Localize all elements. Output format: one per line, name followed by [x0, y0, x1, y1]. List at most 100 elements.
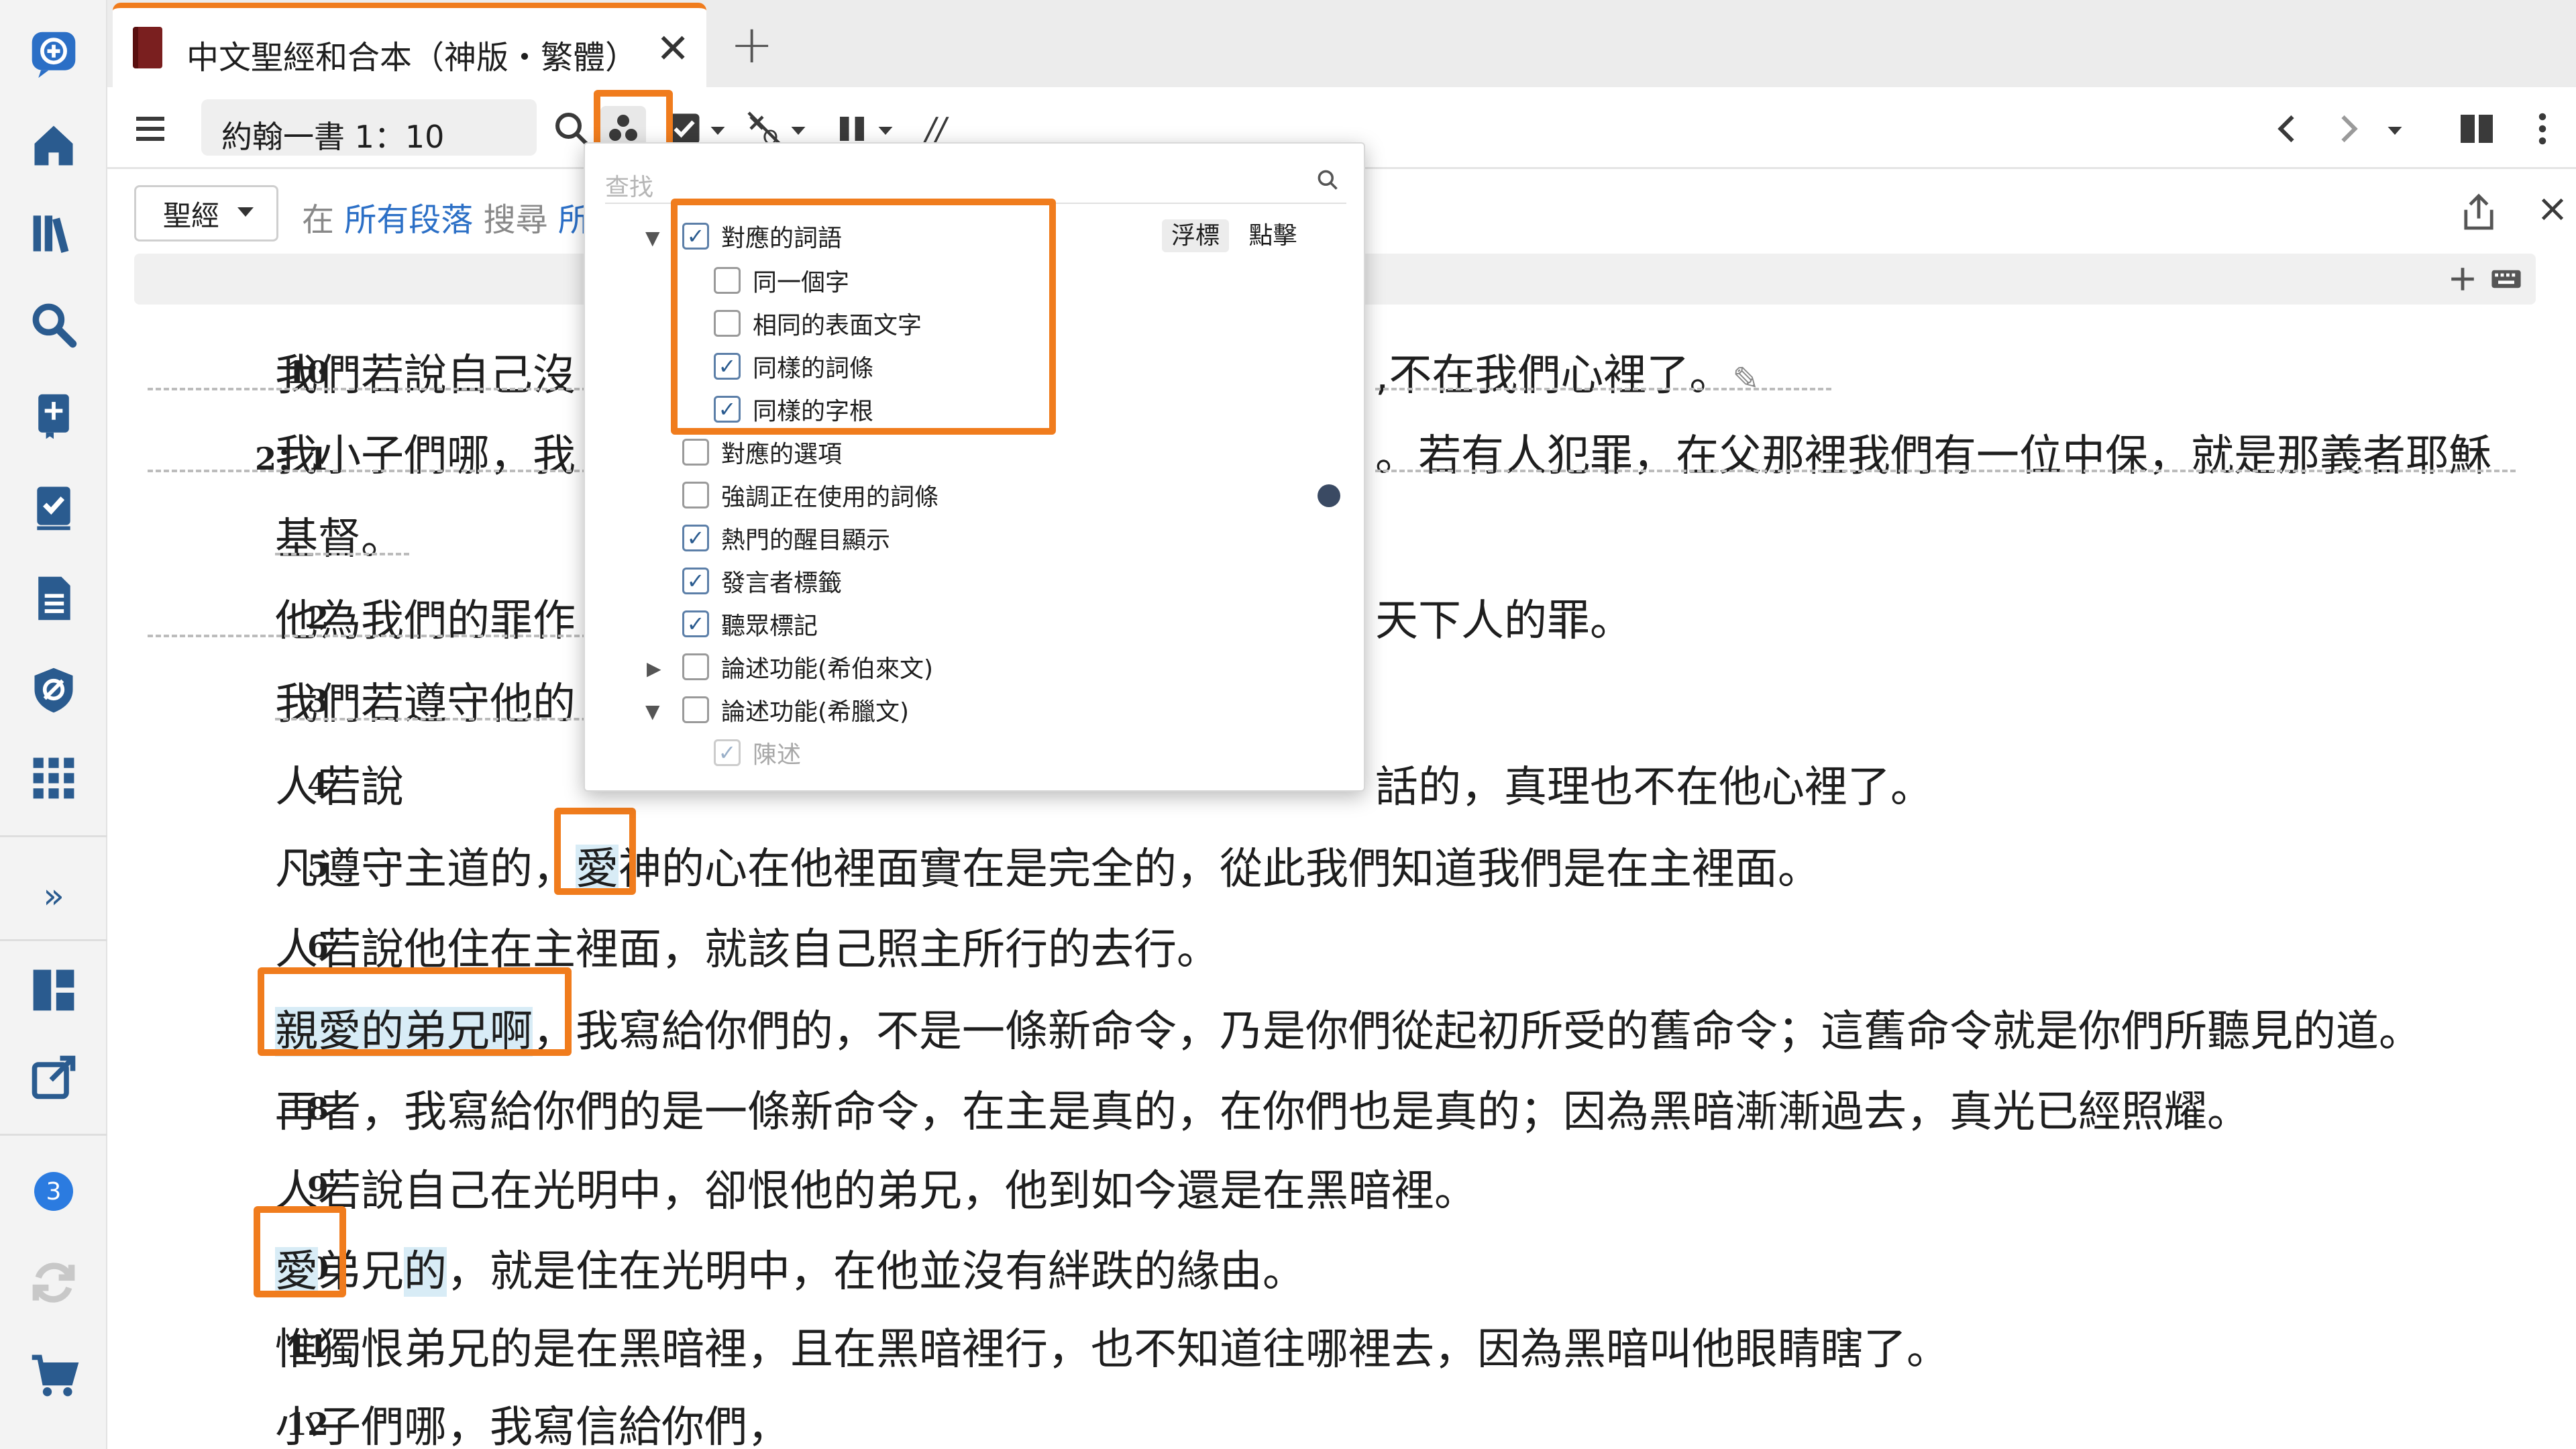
menu-item[interactable]: ✓ 聽眾標記	[682, 604, 818, 644]
library-icon[interactable]	[27, 207, 80, 260]
menu-item-label: 陳述	[753, 741, 802, 769]
chevron-circle-icon[interactable]	[1318, 484, 1340, 507]
forward-icon[interactable]	[2328, 109, 2368, 149]
search-icon[interactable]	[27, 298, 80, 352]
badge-icon[interactable]: 3	[27, 1165, 80, 1218]
verse-row: 11 惟獨恨弟兄的是在黑暗裡，且在黑暗裡行，也不知道往哪裡去，因為黑暗叫他眼睛瞎…	[107, 1303, 2549, 1377]
menu-item[interactable]: ✓ 發言者標籤	[682, 561, 842, 601]
menu-item[interactable]: ✓ 對應的詞語	[682, 216, 842, 256]
menu-item[interactable]: 論述功能(希伯來文)	[682, 647, 933, 687]
menu-item-label: 同樣的詞條	[753, 355, 874, 382]
verse-text-part: ，我寫給你們的，不是一條新命令，乃是你們從起初所受的舊命令；這舊命令就是你們所聽…	[533, 1007, 2422, 1057]
verse-text: 人若說	[275, 763, 404, 812]
checkbox-icon	[714, 267, 741, 294]
checklist-icon[interactable]	[27, 480, 80, 534]
verse-text: 我們若說自己沒	[275, 351, 576, 400]
verse-text-part: 神的心在他裡面實在是完全的，從此我們知道我們是在主裡面。	[619, 845, 1821, 894]
checkbox-icon: ✓	[682, 525, 709, 551]
chevron-down-icon	[237, 207, 254, 217]
chevron-down-icon[interactable]	[875, 121, 896, 141]
expand-icon[interactable]: »	[27, 869, 80, 923]
sync-icon[interactable]	[27, 1256, 80, 1309]
menu-item-label: 相同的表面文字	[753, 312, 922, 339]
cart-icon[interactable]	[27, 1348, 80, 1402]
more-options-icon[interactable]	[2529, 109, 2556, 149]
apps-grid-icon[interactable]	[27, 751, 80, 805]
menu-item[interactable]: ✓ 同樣的字根	[714, 389, 873, 429]
app-window: » 3 中文聖經和合本（神版・繁體） ✕ + 約翰一書 1：10 Ω // 聖經…	[0, 0, 2576, 1449]
verse-row: 12 小子們哪，我寫信給你們，	[107, 1381, 2549, 1449]
dashed-underline	[1375, 388, 1831, 390]
split-view-icon[interactable]	[2455, 109, 2498, 149]
menu-item[interactable]: 同一個字	[714, 260, 849, 301]
visual-filters-menu: 查找 浮標 點擊 ▼ ✓ 對應的詞語 同一個字 相同的表面文字 ✓ 同樣的詞條 ✓ 同…	[584, 142, 1365, 792]
layout-icon[interactable]	[27, 963, 80, 1017]
menu-item[interactable]: 對應的選項	[682, 432, 842, 472]
add-tab-button[interactable]: +	[730, 15, 773, 75]
verse-text: 凡遵守主道的，愛神的心在他裡面實在是完全的，從此我們知道我們是在主裡面。	[275, 835, 1821, 896]
menu-item[interactable]: 強調正在使用的詞條	[682, 475, 938, 515]
verse-text: 惟獨恨弟兄的是在黑暗裡，且在黑暗裡行，也不知道往哪裡去，因為黑暗叫他眼睛瞎了。	[275, 1325, 1949, 1375]
caret-down-icon[interactable]: ▼	[645, 700, 660, 722]
notification-badge: 3	[34, 1172, 73, 1211]
highlighted-word[interactable]: 的	[404, 1247, 447, 1297]
verse-text: 再者，我寫給你們的是一條新命令，在主是真的，在你們也是真的；因為黑暗漸漸過去，真…	[275, 1087, 2250, 1137]
verse-text: 人若說他住在主裡面，就該自己照主所行的去行。	[275, 925, 1220, 975]
menu-search-input[interactable]: 查找	[605, 164, 1346, 204]
chevron-down-icon[interactable]	[788, 121, 808, 141]
home-icon[interactable]	[27, 118, 80, 172]
bible-add-icon[interactable]	[27, 389, 80, 443]
share-icon[interactable]	[2452, 185, 2506, 239]
verse-text: 親愛的弟兄啊，我寫給你們的，不是一條新命令，乃是你們從起初所受的舊命令；這舊命令…	[275, 997, 2422, 1059]
checkbox-icon: ✓	[682, 610, 709, 637]
all-passages-link[interactable]: 所有段落	[344, 201, 473, 239]
menu-item-label: 同樣的字根	[753, 398, 874, 425]
float-button[interactable]: 浮標	[1162, 219, 1230, 252]
hamburger-menu-icon[interactable]	[129, 107, 172, 150]
verse-row: 7 親愛的弟兄啊，我寫給你們的，不是一條新命令，乃是你們從起初所受的舊命令；這舊…	[107, 985, 2549, 1059]
document-icon[interactable]	[27, 572, 80, 625]
click-button[interactable]: 點擊	[1248, 222, 1297, 250]
add-icon[interactable]	[2445, 262, 2480, 297]
menu-item[interactable]: 相同的表面文字	[714, 303, 922, 343]
tab-bible[interactable]: 中文聖經和合本（神版・繁體） ✕	[113, 3, 706, 87]
scope-dropdown[interactable]: 聖經	[134, 185, 278, 241]
highlighted-word[interactable]: 愛	[275, 1247, 318, 1297]
verse-text-part: ，就是住在光明中，在他並沒有絆跌的緣由。	[447, 1247, 1305, 1297]
verse-text: 人若說自己在光明中，卻恨他的弟兄，他到如今還是在黑暗裡。	[275, 1167, 1477, 1216]
tab-close-button[interactable]: ✕	[656, 25, 690, 72]
verse-text: 小子們哪，我寫信給你們，	[275, 1403, 790, 1449]
menu-item-label: 同一個字	[753, 269, 850, 297]
app-logo-icon[interactable]	[27, 27, 80, 80]
verse-row: 5 凡遵守主道的，愛神的心在他裡面實在是完全的，從此我們知道我們是在主裡面。	[107, 822, 2549, 896]
verse-text-right: 。若有人犯罪，在父那裡我們有一位中保，就是那義者耶穌	[1375, 431, 2491, 481]
highlighted-phrase[interactable]: 親愛的弟兄啊	[275, 1007, 533, 1057]
tab-title: 中文聖經和合本（神版・繁體）	[186, 39, 638, 76]
verse-text: 我們若遵守他的	[275, 680, 576, 729]
checkbox-icon: ✓	[714, 739, 741, 766]
verse-text-right: ,不在我們心裡了。✎	[1375, 341, 1760, 402]
menu-item[interactable]: 論述功能(希臘文)	[682, 690, 909, 730]
back-icon[interactable]	[2267, 109, 2308, 149]
menu-item[interactable]: ✓ 陳述	[714, 733, 801, 773]
reference-box[interactable]: 約翰一書 1：10	[201, 99, 537, 156]
chevron-down-icon[interactable]	[2385, 121, 2405, 141]
chevron-down-icon[interactable]	[708, 121, 728, 141]
close-icon[interactable]	[2532, 189, 2573, 229]
caret-down-icon[interactable]: ▼	[645, 227, 660, 249]
checkbox-icon	[714, 310, 741, 337]
verse-row: 8 再者，我寫給你們的是一條新命令，在主是真的，在你們也是真的；因為黑暗漸漸過去…	[107, 1065, 2549, 1139]
pencil-icon[interactable]: ✎	[1732, 360, 1759, 398]
caret-right-icon[interactable]: ▶	[647, 657, 661, 680]
checkbox-icon: ✓	[682, 223, 709, 250]
verse-text: 愛弟兄的，就是住在光明中，在他並沒有絆跌的緣由。	[275, 1237, 1305, 1299]
menu-item[interactable]: ✓ 熱門的醒目顯示	[682, 518, 890, 558]
dashed-underline	[1375, 470, 2516, 472]
highlighted-word[interactable]: 愛	[576, 845, 619, 894]
menu-item[interactable]: ✓ 同樣的詞條	[714, 346, 873, 386]
export-icon[interactable]	[27, 1051, 80, 1104]
menu-side-buttons: 浮標 點擊	[1162, 216, 1297, 252]
shield-icon[interactable]	[27, 663, 80, 716]
verse-text-right-part: 天下人的罪。	[1375, 596, 1633, 646]
keyboard-icon[interactable]	[2489, 263, 2524, 295]
